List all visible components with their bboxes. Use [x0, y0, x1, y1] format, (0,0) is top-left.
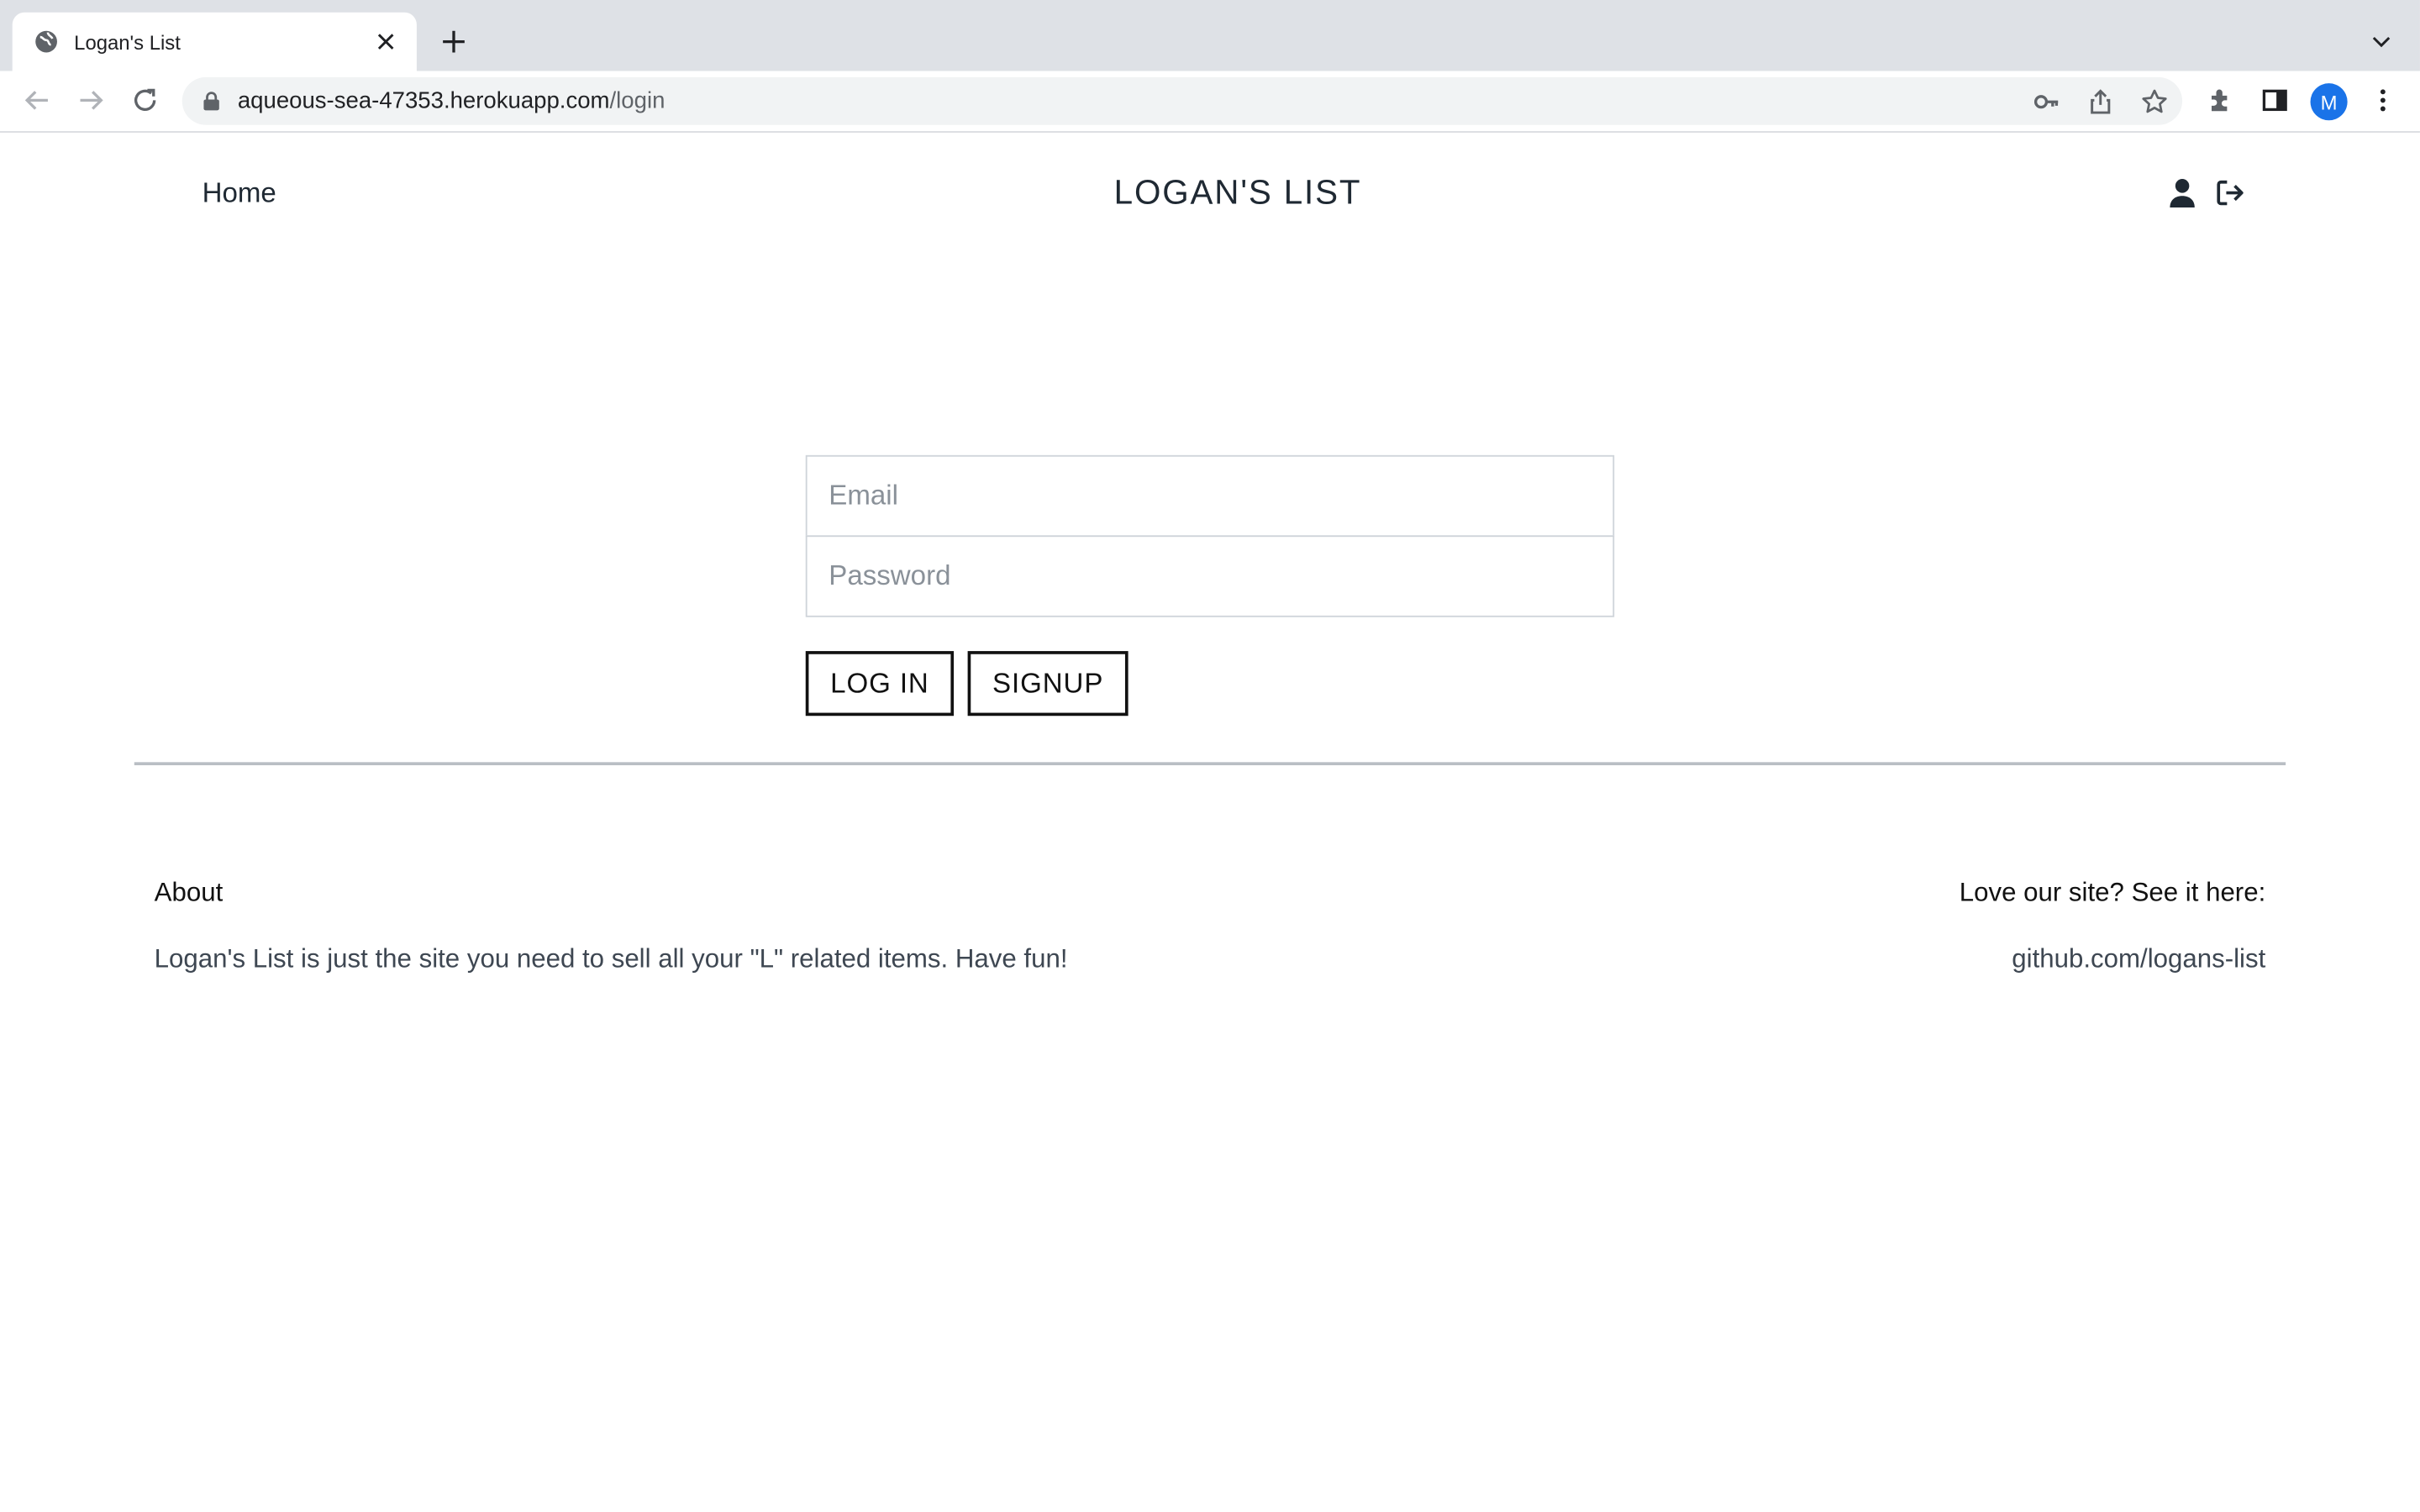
- reload-icon[interactable]: [129, 85, 160, 116]
- side-panel-icon[interactable]: [2260, 85, 2291, 116]
- browser-tab[interactable]: Logan's List: [12, 12, 417, 71]
- tab-strip: Logan's List: [0, 0, 2420, 71]
- footer-love-heading: Love our site? See it here:: [1959, 878, 2266, 907]
- login-button[interactable]: LOG IN: [805, 651, 955, 717]
- chevron-down-icon[interactable]: [2367, 28, 2395, 55]
- star-icon[interactable]: [2139, 87, 2170, 118]
- extensions-icon[interactable]: [2206, 85, 2237, 116]
- lock-icon: [203, 92, 219, 111]
- password-input[interactable]: [805, 535, 1615, 617]
- email-input[interactable]: [805, 454, 1615, 538]
- footer-divider: [134, 762, 2286, 766]
- url-path: /login: [609, 87, 666, 114]
- site-title: LOGAN'S LIST: [0, 173, 2420, 213]
- share-icon[interactable]: [2085, 87, 2116, 118]
- globe-icon: [34, 29, 58, 54]
- url-text: aqueous-sea-47353.herokuapp.com/login: [238, 88, 666, 114]
- address-bar[interactable]: aqueous-sea-47353.herokuapp.com/login: [182, 76, 2183, 125]
- key-icon[interactable]: [2031, 87, 2062, 118]
- browser-toolbar: aqueous-sea-47353.herokuapp.com/login M: [0, 71, 2420, 133]
- kebab-menu-icon[interactable]: [2367, 85, 2398, 116]
- footer-github-link[interactable]: github.com/logans-list: [2012, 944, 2265, 975]
- user-icon[interactable]: [2167, 176, 2198, 209]
- plus-icon[interactable]: [439, 26, 470, 57]
- back-arrow-icon[interactable]: [22, 85, 53, 116]
- site-title-text: LOGAN'S LIST: [1113, 172, 1362, 212]
- footer-about-text: Logan's List is just the site you need t…: [154, 944, 1068, 974]
- url-host: aqueous-sea-47353.herokuapp.com: [237, 87, 610, 114]
- page-content: Home LOGAN'S LIST LOG IN SIGNUP About Lo…: [0, 132, 2420, 1512]
- close-icon[interactable]: [373, 29, 397, 54]
- footer-about-heading: About: [154, 878, 224, 907]
- login-form: LOG IN SIGNUP: [805, 454, 1615, 717]
- signup-button[interactable]: SIGNUP: [967, 651, 1128, 717]
- forward-arrow-icon[interactable]: [76, 85, 107, 116]
- nav-icons: [2167, 176, 2246, 209]
- browser-window: Logan's List aqueous-sea-47353.herokuapp…: [0, 0, 2420, 1512]
- form-buttons: LOG IN SIGNUP: [805, 651, 1614, 717]
- logout-icon[interactable]: [2215, 176, 2246, 209]
- tab-title: Logan's List: [74, 29, 181, 54]
- profile-avatar[interactable]: M: [2310, 83, 2348, 121]
